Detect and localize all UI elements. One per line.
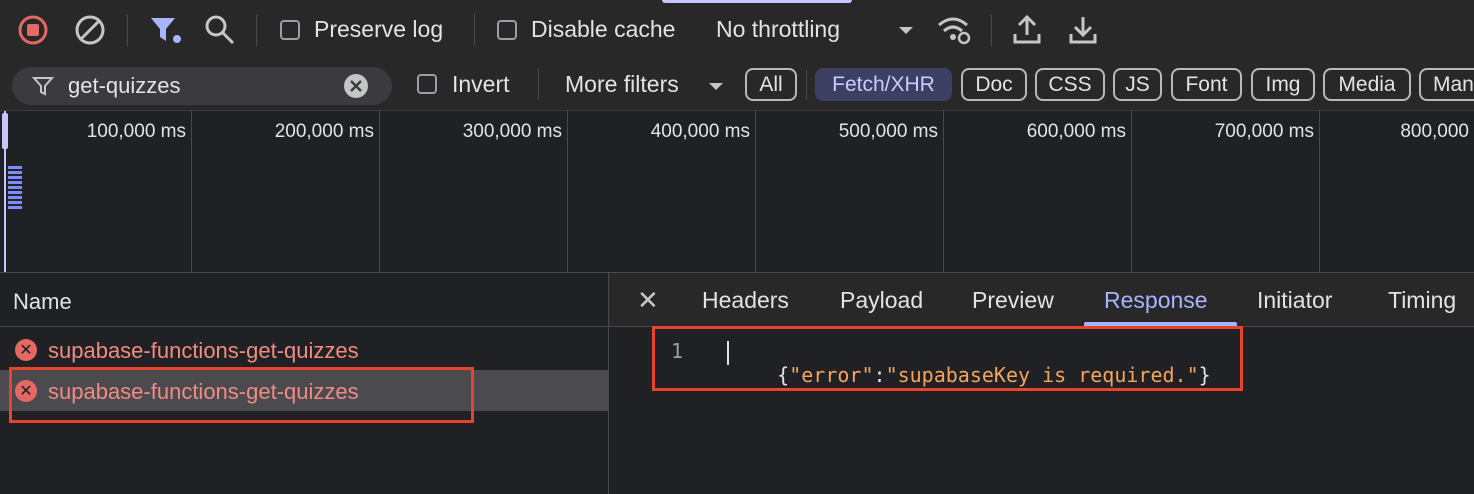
tab-preview[interactable]: Preview [972, 287, 1054, 314]
clear-button[interactable] [74, 14, 106, 46]
overview-gridline [567, 111, 568, 272]
tab-initiator[interactable]: Initiator [1257, 287, 1332, 314]
filter-bar: get-quizzes Invert More filters All Fetc… [0, 58, 1474, 111]
upload-icon [1013, 14, 1041, 44]
throttling-value: No throttling [716, 16, 841, 42]
overview-tick-label: 300,000 ms [462, 121, 562, 142]
toolbar-divider [806, 70, 807, 100]
response-annotation-box [652, 326, 1243, 391]
filter-chip-img[interactable]: Img [1251, 68, 1315, 101]
overview-tick-label: 400,000 ms [650, 121, 750, 142]
record-icon [18, 15, 48, 45]
overview-activity-bars [8, 166, 22, 210]
filter-input-container: get-quizzes [12, 67, 392, 105]
toolbar-divider [991, 14, 992, 46]
more-filters-dropdown[interactable]: More filters [562, 66, 730, 102]
filter-toggle-button[interactable] [148, 14, 184, 46]
clear-filter-button[interactable] [344, 74, 368, 98]
search-icon [205, 15, 235, 45]
overview-tick-label: 500,000 ms [838, 121, 938, 142]
toolbar-divider [127, 14, 128, 46]
name-column-header[interactable]: Name [0, 273, 608, 327]
chevron-down-icon [899, 27, 913, 34]
filter-chip-media[interactable]: Media [1323, 68, 1411, 101]
overview-tick-label: 200,000 ms [274, 121, 374, 142]
request-row[interactable]: ✕ supabase-functions-get-quizzes [0, 329, 608, 370]
overview-gridline [191, 111, 192, 272]
toolbar-divider [474, 14, 475, 46]
overview-tick-label: 600,000 ms [1026, 121, 1126, 142]
overview-selection-edge [4, 111, 6, 272]
close-details-button[interactable]: ✕ [637, 285, 659, 316]
overview-tick-label: 800,000 [1400, 121, 1469, 142]
preserve-log-checkbox[interactable] [280, 20, 300, 40]
disable-cache-label: Disable cache [531, 16, 676, 42]
toolbar-divider [256, 14, 257, 46]
filter-chip-css[interactable]: CSS [1035, 68, 1105, 101]
name-column-label: Name [13, 289, 72, 314]
more-filters-label: More filters [565, 71, 679, 97]
request-name: supabase-functions-get-quizzes [48, 338, 359, 363]
overview-gridline [943, 111, 944, 272]
close-icon [350, 80, 362, 92]
overview-gridline [379, 111, 380, 272]
details-tab-bar: ✕ Headers Payload Preview Response Initi… [609, 273, 1474, 327]
clear-icon [75, 15, 105, 45]
filter-chip-font[interactable]: Font [1171, 68, 1242, 101]
filter-input[interactable]: get-quizzes [68, 73, 181, 99]
filter-chip-manifest[interactable]: Man [1419, 68, 1474, 101]
filter-icon [32, 77, 54, 96]
active-panel-indicator [662, 0, 852, 3]
overview-gridline [1131, 111, 1132, 272]
tab-payload[interactable]: Payload [840, 287, 923, 314]
selected-request-annotation-box [9, 367, 474, 423]
overview-tick-label: 700,000 ms [1214, 121, 1314, 142]
throttling-select[interactable]: No throttling [712, 10, 920, 50]
wifi-settings-icon [938, 17, 971, 45]
error-icon: ✕ [15, 339, 37, 361]
overview-tick-label: 100,000 ms [86, 121, 186, 142]
import-har-button[interactable] [1012, 14, 1042, 46]
network-overview[interactable]: 100,000 ms 200,000 ms 300,000 ms 400,000… [0, 111, 1474, 273]
filter-chip-fetch-xhr[interactable]: Fetch/XHR [815, 68, 952, 101]
filter-chip-doc[interactable]: Doc [961, 68, 1027, 101]
overview-gridline [1319, 111, 1320, 272]
tab-response[interactable]: Response [1104, 287, 1208, 314]
chevron-down-icon [709, 83, 723, 90]
download-icon [1069, 17, 1097, 44]
main-toolbar: Preserve log Disable cache No throttling [0, 0, 1474, 59]
overview-gridline [755, 111, 756, 272]
invert-label: Invert [452, 71, 510, 97]
network-conditions-button[interactable] [936, 14, 972, 46]
filter-chip-all[interactable]: All [745, 68, 797, 101]
disable-cache-checkbox[interactable] [497, 20, 517, 40]
filter-chip-js[interactable]: JS [1113, 68, 1162, 101]
stop-recording-button[interactable] [17, 14, 49, 46]
tab-timing[interactable]: Timing [1388, 287, 1456, 314]
search-button[interactable] [203, 14, 237, 46]
export-har-button[interactable] [1068, 14, 1098, 46]
preserve-log-label: Preserve log [314, 16, 444, 42]
filter-icon [151, 18, 181, 43]
toolbar-divider [538, 68, 539, 100]
tab-headers[interactable]: Headers [702, 287, 789, 314]
invert-checkbox[interactable] [417, 74, 437, 94]
